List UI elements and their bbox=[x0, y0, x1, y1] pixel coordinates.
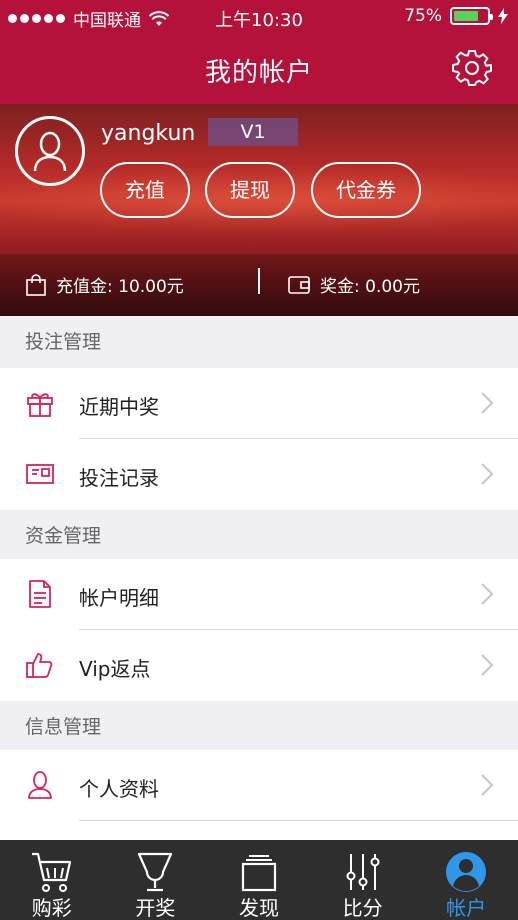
account-icon bbox=[446, 852, 487, 892]
balance-bar: 充值金: 10.00元 奖金: 0.00元 bbox=[0, 254, 518, 316]
nav-bar: 我的帐户 bbox=[0, 34, 518, 104]
cards-icon bbox=[241, 855, 277, 892]
bonus-balance: 奖金: 0.00元 bbox=[288, 272, 420, 297]
battery-percent: 75% bbox=[404, 6, 442, 26]
tab-label: 发现 bbox=[238, 896, 279, 920]
chevron-right-icon bbox=[481, 583, 494, 605]
shopping-bag-icon bbox=[26, 273, 46, 296]
tab-buy-lottery[interactable]: 购彩 bbox=[0, 840, 104, 920]
menu-item-partial bbox=[0, 821, 518, 840]
bonus-balance-label: 奖金: 0.00元 bbox=[320, 277, 420, 297]
voucher-button[interactable]: 代金券 bbox=[311, 162, 421, 218]
recharge-button[interactable]: 充值 bbox=[100, 162, 190, 218]
settings-gear-icon[interactable] bbox=[452, 48, 492, 88]
page-title: 我的帐户 bbox=[204, 58, 313, 88]
menu-item-label: 投注记录 bbox=[79, 466, 159, 490]
tab-bar: 购彩 开奖 发现 比分 帐户 bbox=[0, 840, 518, 920]
wallet-icon bbox=[288, 275, 310, 294]
menu-item-recent-wins[interactable]: 近期中奖 bbox=[0, 368, 518, 439]
sliders-icon bbox=[346, 854, 380, 890]
status-right: 75% bbox=[404, 6, 508, 26]
menu-item-label: 帐户明细 bbox=[79, 586, 159, 610]
chevron-right-icon bbox=[481, 654, 494, 676]
menu-item-bet-records[interactable]: 投注记录 bbox=[0, 439, 518, 510]
chevron-right-icon bbox=[481, 392, 494, 414]
vip-level-badge: V1 bbox=[208, 118, 298, 146]
section-header-info: 信息管理 bbox=[0, 701, 518, 753]
menu-item-account-details[interactable]: 帐户明细 bbox=[0, 559, 518, 630]
avatar-person-icon bbox=[33, 131, 67, 172]
thumbs-up-icon bbox=[26, 653, 53, 678]
recharge-balance: 充值金: 10.00元 bbox=[26, 272, 184, 297]
person-icon bbox=[28, 771, 52, 799]
tab-draw-results[interactable]: 开奖 bbox=[104, 840, 208, 920]
menu-item-profile[interactable]: 个人资料 bbox=[0, 750, 518, 821]
section-header-funds: 资金管理 bbox=[0, 510, 518, 562]
ticket-icon bbox=[26, 464, 54, 484]
tab-scores[interactable]: 比分 bbox=[311, 840, 415, 920]
cart-icon bbox=[31, 852, 71, 892]
withdraw-button[interactable]: 提现 bbox=[205, 162, 295, 218]
tab-label: 比分 bbox=[342, 896, 383, 920]
tab-label: 帐户 bbox=[446, 896, 487, 920]
chevron-right-icon bbox=[481, 774, 494, 796]
balance-divider bbox=[258, 268, 260, 294]
status-bar: 中国联通 上午10:30 75% bbox=[0, 0, 518, 34]
document-icon bbox=[29, 580, 51, 608]
chevron-right-icon bbox=[481, 463, 494, 485]
tab-discover[interactable]: 发现 bbox=[207, 840, 311, 920]
section-header-betting: 投注管理 bbox=[0, 316, 518, 368]
menu-item-label: Vip返点 bbox=[79, 657, 151, 681]
trophy-icon bbox=[138, 852, 173, 892]
menu-item-label: 个人资料 bbox=[79, 777, 159, 801]
tab-label: 购彩 bbox=[31, 896, 72, 920]
menu-item-label: 近期中奖 bbox=[79, 395, 159, 419]
username: yangkun bbox=[101, 121, 196, 146]
tab-account[interactable]: 帐户 bbox=[414, 840, 518, 920]
gift-icon bbox=[27, 393, 53, 417]
avatar[interactable] bbox=[15, 116, 85, 186]
charging-icon bbox=[498, 8, 508, 24]
profile-header: yangkun V1 充值 提现 代金券 充值金: 10.00元 奖金: 0.0… bbox=[0, 104, 518, 316]
battery-icon bbox=[450, 7, 493, 25]
tab-label: 开奖 bbox=[135, 896, 176, 920]
recharge-balance-label: 充值金: 10.00元 bbox=[56, 277, 184, 297]
menu-item-vip-rebate[interactable]: Vip返点 bbox=[0, 630, 518, 701]
